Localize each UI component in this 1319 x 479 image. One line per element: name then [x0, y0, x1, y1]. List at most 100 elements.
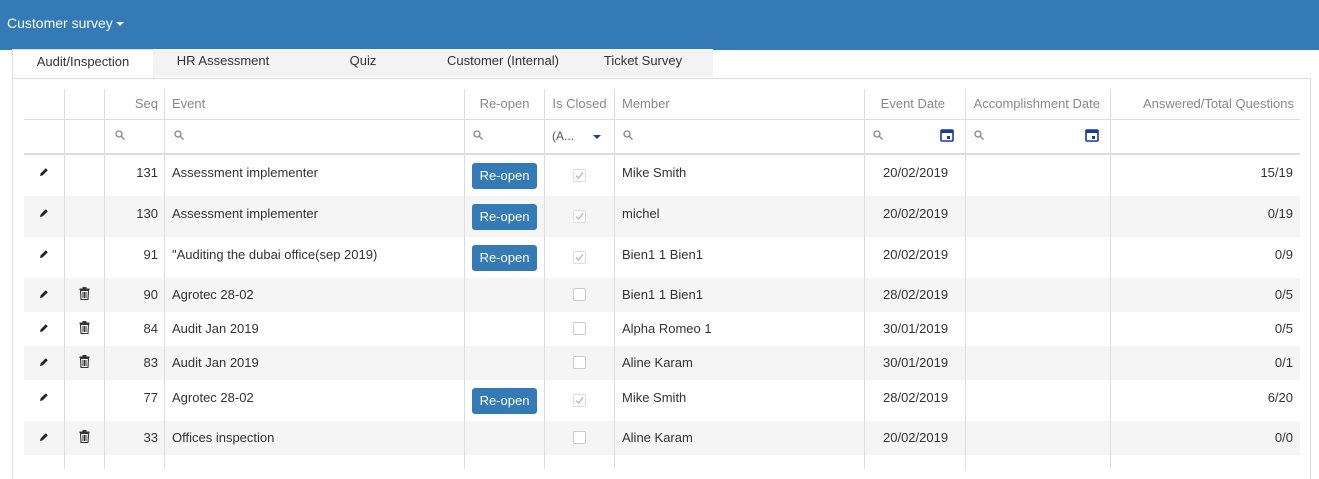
checkmark-icon [575, 172, 584, 180]
event-cell: Audit Jan 2019 [172, 321, 259, 336]
table-row[interactable]: 91 "Auditing the dubai office(sep 2019) Bi… [24, 237, 1300, 278]
header-answered-total[interactable]: Answered/Total Questions [1111, 89, 1300, 119]
header-accomplishment-date[interactable]: Accomplishment Date [966, 89, 1111, 119]
is-closed-checkbox[interactable] [573, 322, 586, 335]
table-row[interactable]: 84 Audit Jan 2019 Alpha Romeo 1 30/01/2019 0… [24, 312, 1300, 346]
column-divider [464, 89, 465, 469]
seq-cell: 131 [136, 165, 158, 180]
tab-quiz[interactable]: Quiz [293, 49, 433, 77]
reopen-button[interactable]: Re-open [472, 204, 537, 230]
tab-ticket-survey[interactable]: Ticket Survey [573, 49, 713, 77]
checkmark-icon [575, 213, 584, 221]
answered-total-cell: 0/5 [1274, 287, 1293, 302]
calendar-icon[interactable] [1085, 128, 1099, 142]
event-date-cell: 30/01/2019 [883, 321, 949, 336]
caret-down-icon [115, 22, 124, 27]
search-icon [974, 130, 984, 140]
tab-audit-inspection[interactable]: Audit/Inspection [12, 49, 154, 80]
event-date-cell: 20/02/2019 [883, 206, 949, 221]
table-row[interactable]: 131 Assessment implementer Mike Smith 20/02… [24, 155, 1300, 196]
table-row [24, 455, 1300, 475]
is-closed-checkbox [573, 169, 586, 182]
seq-cell: 84 [143, 321, 158, 336]
trash-icon[interactable] [79, 287, 90, 300]
header-is-closed[interactable]: Is Closed [545, 89, 615, 119]
filter-row: (A... [24, 120, 1300, 155]
seq-cell: 130 [136, 206, 158, 221]
event-cell: Offices inspection [172, 430, 275, 445]
trash-icon[interactable] [79, 321, 90, 334]
edit-icon[interactable] [39, 289, 49, 299]
search-icon [623, 130, 633, 140]
is-closed-checkbox [573, 394, 586, 407]
seq-cell: 33 [143, 430, 158, 445]
event-date-cell: 28/02/2019 [883, 287, 949, 302]
column-divider [104, 89, 105, 469]
member-cell: Bien1 1 Bien1 [622, 247, 703, 262]
tab-customer-internal[interactable]: Customer (Internal) [433, 49, 573, 77]
top-bar: Customer survey [0, 0, 1319, 50]
search-icon [115, 130, 125, 140]
answered-total-cell: 0/1 [1274, 355, 1293, 370]
search-icon [873, 130, 883, 140]
table-row[interactable]: 77 Agrotec 28-02 Mike Smith 28/02/2019 6/20 R… [24, 380, 1300, 421]
search-icon [174, 130, 184, 140]
is-closed-filter-value: (A... [552, 129, 575, 143]
checkmark-icon [575, 254, 584, 262]
event-date-cell: 28/02/2019 [883, 390, 949, 405]
table-row[interactable]: 33 Offices inspection Aline Karam 20/02/201… [24, 421, 1300, 455]
table-row[interactable]: 83 Audit Jan 2019 Aline Karam 30/01/2019 0/1 [24, 346, 1300, 380]
header-seq[interactable]: Seq [105, 89, 165, 119]
seq-cell: 90 [143, 287, 158, 302]
event-date-cell: 30/01/2019 [883, 355, 949, 370]
checkmark-icon [575, 397, 584, 405]
header-reopen[interactable]: Re-open [465, 89, 545, 119]
header-member[interactable]: Member [615, 89, 865, 119]
event-cell: Agrotec 28-02 [172, 287, 254, 302]
tab-hr-assessment[interactable]: HR Assessment [153, 49, 293, 77]
answered-total-cell: 6/20 [1267, 390, 1293, 405]
seq-cell: 83 [143, 355, 158, 370]
column-divider [864, 89, 865, 469]
header-event-date[interactable]: Event Date [865, 89, 966, 119]
is-closed-checkbox[interactable] [573, 356, 586, 369]
member-cell: Bien1 1 Bien1 [622, 287, 703, 302]
event-date-cell: 20/02/2019 [883, 247, 949, 262]
member-cell: Aline Karam [622, 430, 693, 445]
is-closed-filter-select[interactable]: (A... [552, 129, 574, 143]
edit-icon[interactable] [39, 392, 49, 402]
edit-icon[interactable] [39, 249, 49, 259]
reopen-button[interactable]: Re-open [472, 388, 537, 414]
trash-icon[interactable] [79, 430, 90, 443]
chevron-down-icon[interactable] [593, 135, 601, 139]
reopen-button[interactable]: Re-open [472, 245, 537, 271]
member-cell: Alpha Romeo 1 [622, 321, 712, 336]
event-cell: Audit Jan 2019 [172, 355, 259, 370]
member-cell: Mike Smith [622, 390, 687, 405]
edit-icon[interactable] [39, 357, 49, 367]
seq-cell: 77 [143, 390, 158, 405]
column-divider [164, 89, 165, 469]
event-cell: Assessment implementer [172, 165, 318, 180]
calendar-icon[interactable] [940, 128, 954, 142]
answered-total-cell: 15/19 [1260, 165, 1293, 180]
member-cell: michel [622, 206, 660, 221]
table-row[interactable]: 90 Agrotec 28-02 Bien1 1 Bien1 28/02/2019 0/… [24, 278, 1300, 312]
header-event[interactable]: Event [165, 89, 465, 119]
edit-icon[interactable] [39, 323, 49, 333]
edit-icon[interactable] [39, 432, 49, 442]
is-closed-checkbox[interactable] [573, 288, 586, 301]
column-divider [64, 89, 65, 469]
answered-total-cell: 0/19 [1267, 206, 1293, 221]
is-closed-checkbox [573, 251, 586, 264]
table-row[interactable]: 130 Assessment implementer michel 20/02/201… [24, 196, 1300, 237]
edit-icon[interactable] [39, 208, 49, 218]
is-closed-checkbox[interactable] [573, 431, 586, 444]
edit-icon[interactable] [39, 167, 49, 177]
is-closed-checkbox [573, 210, 586, 223]
app-title-dropdown[interactable]: Customer survey [7, 15, 124, 31]
reopen-button[interactable]: Re-open [472, 163, 537, 189]
column-divider [544, 89, 545, 469]
trash-icon[interactable] [79, 355, 90, 368]
header-delete-col [65, 89, 105, 119]
